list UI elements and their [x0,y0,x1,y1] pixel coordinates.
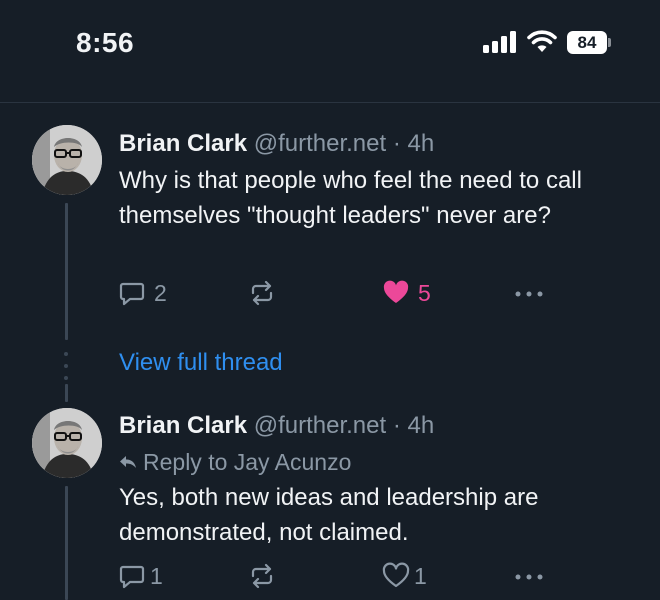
avatar-photo-icon [32,408,102,478]
post-text[interactable]: Why is that people who feel the need to … [119,163,639,233]
battery-level: 84 [567,31,607,54]
like-button[interactable]: 5 [382,279,431,307]
post-actions: 1 1 [118,562,548,592]
battery-icon: 84 [567,31,611,54]
reply-icon [119,282,145,306]
reply-icon [119,565,145,589]
reply-count: 2 [154,279,167,306]
thread-line [65,203,68,340]
author-handle[interactable]: @further.net [254,412,386,439]
author-handle[interactable]: @further.net [254,130,386,157]
repost-icon [251,563,273,589]
reply-to-label[interactable]: Reply to Jay Acunzo [119,449,351,476]
post-header[interactable]: Brian Clark @further.net · 4h [119,130,434,158]
reply-button[interactable]: 1 [118,562,163,590]
thread-dots [64,352,69,388]
post-actions: 2 5 [118,279,548,309]
like-button[interactable]: 1 [382,562,427,590]
avatar[interactable] [32,125,102,195]
repost-button[interactable] [248,562,276,590]
separator: · [392,412,401,439]
post-header[interactable]: Brian Clark @further.net · 4h [119,412,434,440]
author-name[interactable]: Brian Clark [119,412,247,439]
cellular-signal-icon [483,31,517,53]
avatar-photo-icon [32,125,102,195]
thread-line [65,486,68,600]
post-age: 4h [407,130,435,157]
repost-icon [251,280,273,306]
more-options-button[interactable] [514,562,544,590]
repost-button[interactable] [248,279,276,307]
status-bar: 8:56 84 [0,0,660,102]
heart-outline-icon [382,562,410,588]
separator: · [392,130,401,157]
wifi-icon [527,30,557,52]
like-count: 5 [418,279,431,306]
reply-count: 1 [150,562,163,589]
heart-filled-icon [383,280,409,303]
post-age: 4h [407,412,435,439]
avatar[interactable] [32,408,102,478]
more-dots-icon [515,291,543,297]
author-name[interactable]: Brian Clark [119,130,247,157]
more-dots-icon [515,574,543,580]
view-full-thread-link[interactable]: View full thread [119,349,283,377]
header-divider [0,102,660,103]
reply-to-text[interactable]: Reply to Jay Acunzo [143,449,351,475]
thread-line [65,384,68,402]
post-text[interactable]: Yes, both new ideas and leadership are d… [119,480,639,550]
more-options-button[interactable] [514,279,544,307]
reply-button[interactable]: 2 [118,279,167,307]
like-count: 1 [414,562,427,589]
status-time: 8:56 [76,27,135,58]
reply-arrow-icon [120,456,136,468]
